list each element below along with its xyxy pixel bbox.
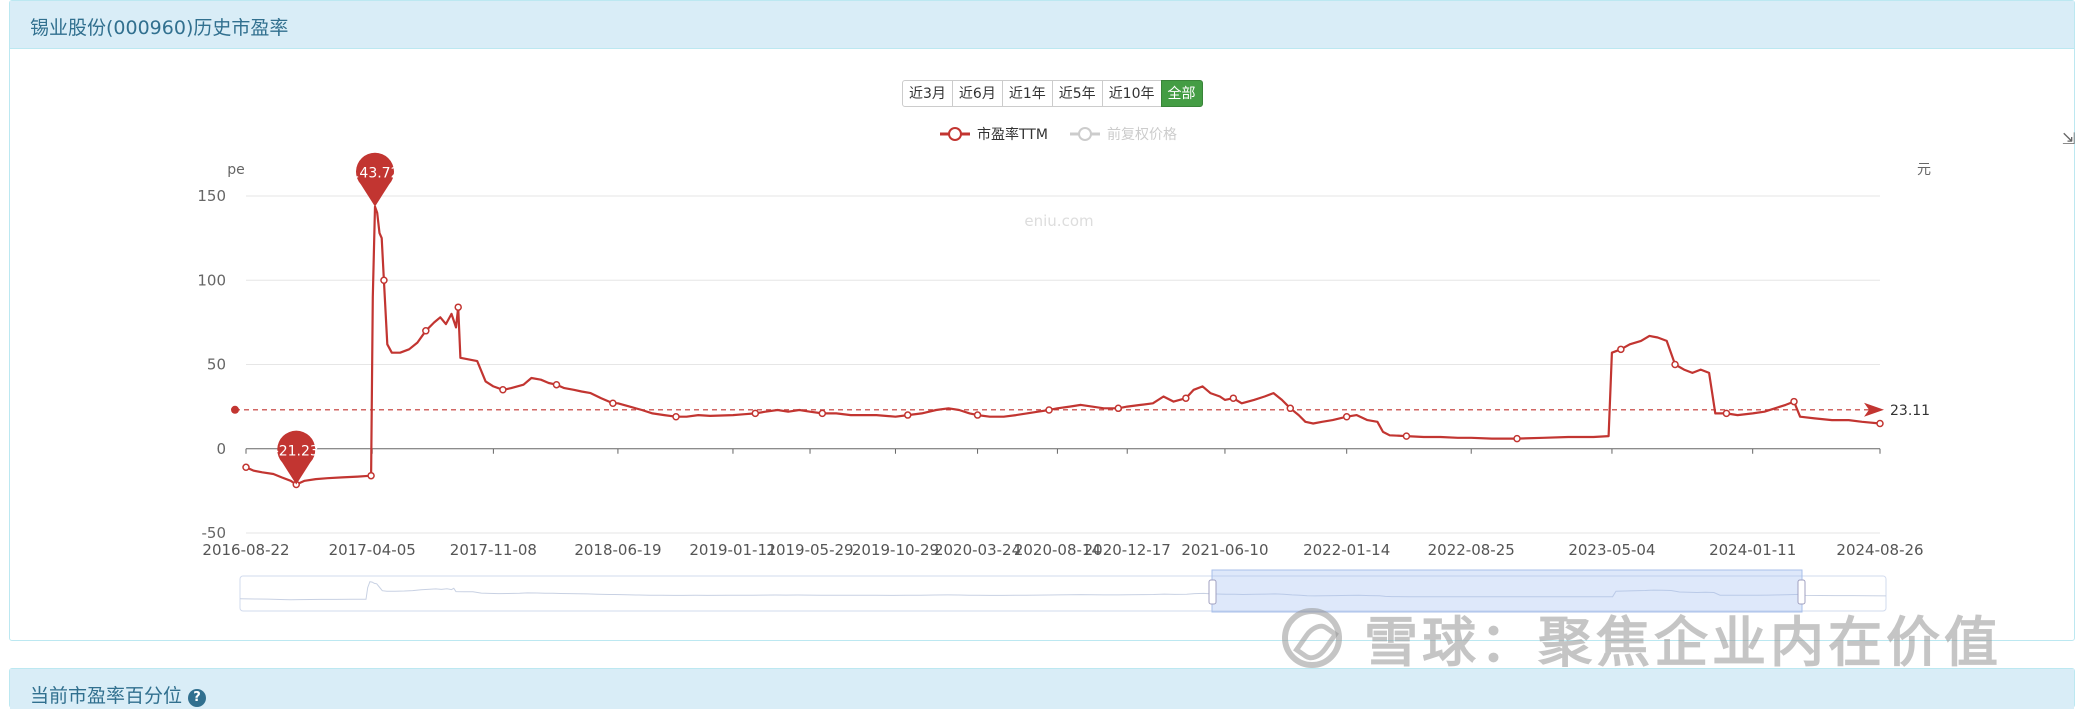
data-point	[1513, 434, 1521, 443]
download-icon[interactable]: ⇲	[2062, 129, 2075, 148]
data-point	[1876, 419, 1884, 428]
data-point	[242, 463, 250, 472]
data-point	[1722, 409, 1731, 418]
y-tick-label-1: 100	[197, 271, 226, 289]
pe-chart: eniu.com 市盈率TTM 前复权价格 pe 元 150 100 50 0 -502016-0…	[197, 126, 1931, 613]
x-tick-label-11: 2022-01-14	[1303, 541, 1390, 559]
data-point	[380, 276, 388, 284]
x-tick-label-14: 2024-01-11	[1709, 541, 1796, 559]
y-axis-left-label: pe	[227, 162, 245, 178]
data-point	[609, 399, 617, 408]
data-point	[751, 409, 760, 418]
data-point	[818, 409, 827, 418]
data-point	[1182, 394, 1190, 402]
x-tick-label-5: 2019-05-29	[766, 541, 853, 559]
max-marker-label: 143.72	[351, 166, 400, 182]
data-point	[672, 412, 680, 421]
x-tick-label-0: 2016-08-22	[202, 541, 289, 559]
panel-title-text: 当前市盈率百分位	[30, 685, 183, 707]
data-point	[1286, 404, 1295, 413]
min-marker-label: -21.23	[274, 444, 319, 460]
data-point	[1114, 404, 1123, 413]
data-point	[422, 327, 430, 335]
data-point	[1671, 360, 1679, 369]
brand-logo-icon	[1282, 607, 1342, 668]
x-tick-label-12: 2022-08-25	[1428, 541, 1515, 559]
x-tick-label-3: 2018-06-19	[574, 541, 661, 559]
data-point	[1229, 394, 1238, 402]
chart-watermark: eniu.com	[1024, 212, 1093, 230]
brand-watermark-text: 雪球：聚焦企业内在价值	[1364, 611, 2002, 674]
x-tick-label-1: 2017-04-05	[329, 541, 416, 559]
x-tick-label-7: 2020-03-24	[934, 541, 1021, 559]
legend-label-0: 市盈率TTM	[977, 126, 1048, 143]
series-line-pe-ttm	[245, 205, 1881, 486]
data-point	[1402, 432, 1411, 440]
help-icon[interactable]: ?	[188, 689, 207, 707]
x-tick-label-2: 2017-11-08	[450, 541, 537, 559]
data-point	[1617, 345, 1625, 354]
x-tick-label-6: 2019-10-29	[852, 541, 939, 559]
datazoom-handle-left	[1208, 579, 1217, 605]
data-point	[1790, 397, 1798, 406]
data-point	[454, 303, 462, 311]
legend-label-1: 前复权价格	[1107, 126, 1177, 143]
legend-marker-0	[948, 127, 962, 141]
brand-watermark: 雪球：聚焦企业内在价值	[1282, 598, 2002, 677]
data-point	[1045, 406, 1053, 414]
x-tick-label-4: 2019-01-11	[689, 541, 776, 559]
x-tick-label-9: 2020-12-17	[1084, 541, 1171, 559]
data-point	[1342, 412, 1351, 421]
x-tick-label-10: 2021-06-10	[1181, 541, 1268, 559]
x-tick-label-13: 2023-05-04	[1568, 541, 1655, 559]
legend-marker-1	[1078, 127, 1092, 141]
x-tick-label-15: 2024-08-26	[1836, 541, 1923, 559]
panel-title: 当前市盈率百分位?	[30, 681, 207, 708]
y-tick-label-4: -50	[202, 524, 227, 542]
y-tick-label-3: 0	[216, 440, 226, 458]
data-point	[973, 411, 982, 419]
y-tick-label-2: 50	[207, 356, 226, 374]
y-tick-label-0: 150	[197, 187, 226, 205]
data-point	[552, 380, 561, 389]
data-point	[499, 386, 507, 394]
data-point	[904, 411, 912, 419]
data-point	[367, 471, 375, 480]
y-axis-right-label: 元	[1917, 162, 1931, 178]
average-line-label: 23.11	[1890, 403, 1930, 419]
